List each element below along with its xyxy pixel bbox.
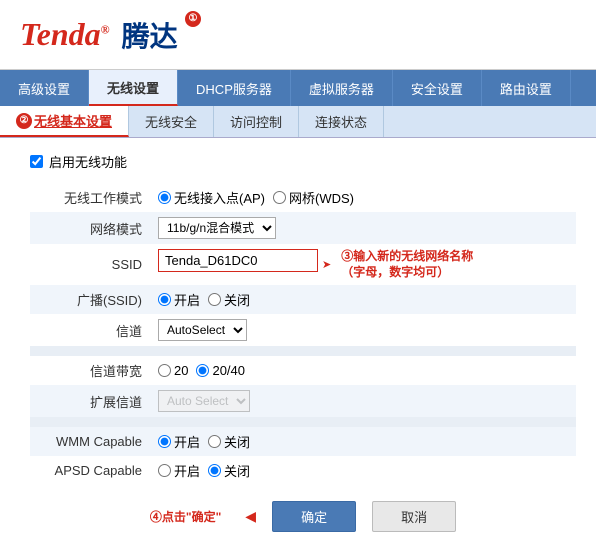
row-network-mode: 网络模式 11b/g/n混合模式 [30,212,576,244]
nav-wireless[interactable]: 无线设置 [89,70,178,106]
logo-area: Tenda® 腾达 [20,15,178,55]
ssid-input[interactable] [158,249,318,272]
subnav-status[interactable]: 连接状态 [299,106,384,137]
ext-channel-select[interactable]: Auto Select [158,390,250,412]
logo-tenda: Tenda® [20,16,110,53]
enable-wireless-row: 启用无线功能 [30,152,576,171]
apsd-options: 开启 关闭 [158,461,568,480]
radio-broadcast-off-label[interactable]: 关闭 [208,290,250,309]
circle-2-icon: ② [16,113,32,129]
subnav-security[interactable]: 无线安全 [129,106,214,137]
radio-apsd-off[interactable] [208,464,221,477]
header: Tenda® 腾达 ① [0,0,596,70]
arrow-left-icon: ◀ [245,508,256,525]
form-table: 无线工作模式 无线接入点(AP) 网桥(WDS) [30,183,576,485]
network-mode-value: 11b/g/n混合模式 [158,217,568,239]
subnav-basic[interactable]: ② 无线基本设置 [0,106,129,137]
row-broadcast-ssid: 广播(SSID) 开启 关闭 [30,285,576,314]
radio-apsd-on[interactable] [158,464,171,477]
radio-ap-label[interactable]: 无线接入点(AP) [158,188,265,207]
channel-bw-options: 20 20/40 [158,363,568,378]
nav-dhcp[interactable]: DHCP服务器 [178,70,291,106]
subnav: ② 无线基本设置 无线安全 访问控制 连接状态 [0,106,596,138]
subnav-access[interactable]: 访问控制 [214,106,299,137]
label-wmm: WMM Capable [30,427,150,456]
row-channel-bw: 信道带宽 20 20/40 [30,356,576,385]
logo-chinese: 腾达 [122,15,178,55]
row-channel: 信道 AutoSelect [30,314,576,346]
radio-broadcast-on-label[interactable]: 开启 [158,290,200,309]
separator-row-2 [30,417,576,427]
radio-broadcast-on[interactable] [158,293,171,306]
radio-bw-2040-label[interactable]: 20/40 [196,363,245,378]
label-ext-channel: 扩展信道 [30,385,150,417]
label-network-mode: 网络模式 [30,212,150,244]
wmm-options: 开启 关闭 [158,432,568,451]
row-wireless-mode: 无线工作模式 无线接入点(AP) 网桥(WDS) [30,183,576,212]
nav-route[interactable]: 路由设置 [482,70,571,106]
radio-wmm-off[interactable] [208,435,221,448]
radio-wmm-on[interactable] [158,435,171,448]
radio-apsd-off-label[interactable]: 关闭 [208,461,250,480]
arrow-right-icon: ➤ [322,258,331,271]
radio-bw-20[interactable] [158,364,171,377]
content-area: 启用无线功能 无线工作模式 无线接入点(AP) 网桥(WDS) [0,138,596,552]
radio-bw-20-label[interactable]: 20 [158,363,188,378]
radio-ap[interactable] [158,191,171,204]
radio-wds[interactable] [273,191,286,204]
enable-wireless-label[interactable]: 启用无线功能 [49,152,127,171]
nav-security[interactable]: 安全设置 [393,70,482,106]
row-wmm: WMM Capable 开启 关闭 [30,427,576,456]
network-mode-select[interactable]: 11b/g/n混合模式 [158,217,276,239]
nav-advanced[interactable]: 高级设置 [0,70,89,106]
radio-wmm-off-label[interactable]: 关闭 [208,432,250,451]
channel-value: AutoSelect [158,319,568,341]
row-apsd: APSD Capable 开启 关闭 [30,456,576,485]
label-broadcast-ssid: 广播(SSID) [30,285,150,314]
enable-wireless-checkbox[interactable] [30,155,43,168]
row-ext-channel: 扩展信道 Auto Select [30,385,576,417]
radio-broadcast-off[interactable] [208,293,221,306]
navbar: 高级设置 无线设置 DHCP服务器 虚拟服务器 安全设置 路由设置 [0,70,596,106]
label-apsd: APSD Capable [30,456,150,485]
label-ssid: SSID [30,244,150,285]
bottom-annotation: ④点击"确定" [150,508,221,525]
circle-1-annotation: ① [185,10,203,27]
radio-wmm-on-label[interactable]: 开启 [158,432,200,451]
confirm-button[interactable]: 确定 [272,501,356,532]
broadcast-ssid-options: 开启 关闭 [158,290,568,309]
label-channel: 信道 [30,314,150,346]
separator-row-1 [30,346,576,356]
ssid-annotation: ➤ ③输入新的无线网络名称 （字母，数字均可） [322,249,473,280]
radio-wds-label[interactable]: 网桥(WDS) [273,188,354,207]
label-channel-bw: 信道带宽 [30,356,150,385]
label-wireless-mode: 无线工作模式 [30,183,150,212]
radio-apsd-on-label[interactable]: 开启 [158,461,200,480]
nav-virtual-server[interactable]: 虚拟服务器 [291,70,393,106]
wireless-mode-options: 无线接入点(AP) 网桥(WDS) [158,188,568,207]
row-ssid: SSID ➤ ③输入新的无线网络名称 （字母，数字均可） [30,244,576,285]
channel-select[interactable]: AutoSelect [158,319,247,341]
button-row: ④点击"确定" ◀ 确定 取消 [30,501,576,542]
circle-1-icon: ① [185,11,201,27]
ext-channel-value: Auto Select [158,390,568,412]
cancel-button[interactable]: 取消 [372,501,456,532]
radio-bw-2040[interactable] [196,364,209,377]
